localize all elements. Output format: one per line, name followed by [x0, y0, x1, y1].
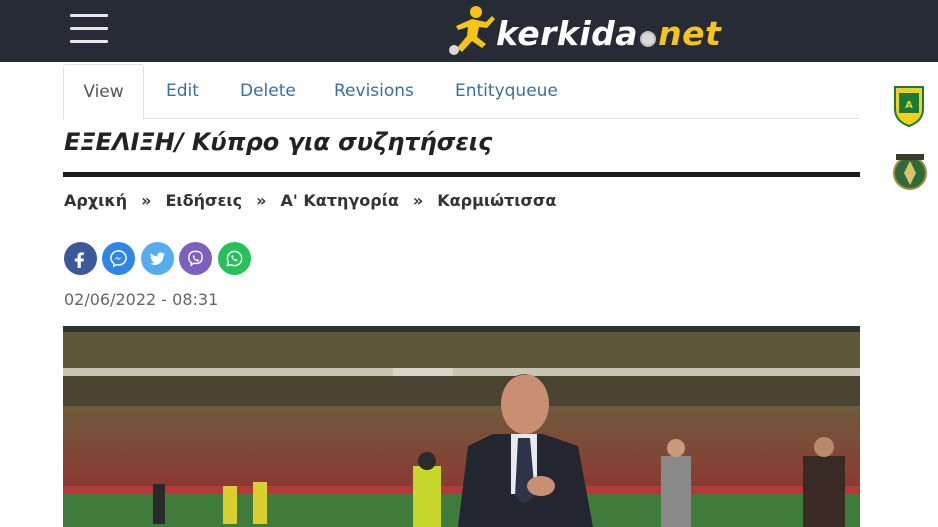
- facebook-share-button[interactable]: [64, 242, 97, 275]
- svg-text:A: A: [905, 100, 913, 111]
- breadcrumb-separator: »: [256, 191, 267, 210]
- article-hero-image[interactable]: [63, 326, 860, 527]
- viber-icon: [188, 250, 203, 267]
- hamburger-menu-icon[interactable]: [70, 14, 110, 44]
- tab-revisions[interactable]: Revisions: [334, 64, 414, 119]
- viber-share-button[interactable]: [179, 242, 212, 275]
- twitter-icon: [149, 252, 166, 265]
- breadcrumb-news[interactable]: Ειδήσεις: [166, 191, 243, 210]
- messenger-icon: [110, 250, 127, 268]
- tab-delete[interactable]: Delete: [240, 64, 296, 119]
- whatsapp-share-button[interactable]: [218, 242, 251, 275]
- messenger-share-button[interactable]: [102, 242, 135, 275]
- tab-view[interactable]: View: [63, 64, 144, 120]
- breadcrumb-separator: »: [141, 191, 152, 210]
- tab-edit[interactable]: Edit: [166, 64, 199, 119]
- breadcrumb-first-division[interactable]: Α' Κατηγορία: [280, 191, 398, 210]
- logo-wordmark: kerkida net: [496, 14, 722, 53]
- omonia-aradippou-crest-icon[interactable]: [892, 152, 928, 198]
- tab-entityqueue[interactable]: Entityqueue: [455, 64, 558, 119]
- breadcrumb-karmiotissa[interactable]: Καρμιώτισσα: [437, 191, 556, 210]
- article-date: 02/06/2022 - 08:31: [64, 290, 219, 309]
- twitter-share-button[interactable]: [141, 242, 174, 275]
- breadcrumb-home[interactable]: Αρχική: [64, 191, 127, 210]
- title-divider: [63, 172, 860, 177]
- admin-tabs: View Edit Delete Revisions Entityqueue: [63, 64, 860, 120]
- stadium-photo: [63, 326, 860, 527]
- ball-dot-icon: [640, 31, 657, 47]
- article-title: ΕΞΕΛΙΞΗ/ Κύπρο για συζητήσεις: [64, 128, 493, 156]
- aek-larnaca-crest-icon[interactable]: A: [892, 85, 926, 131]
- site-logo[interactable]: kerkida net: [446, 4, 746, 58]
- facebook-icon: [74, 252, 84, 268]
- football-player-logo-icon: [449, 6, 495, 55]
- whatsapp-icon: [226, 250, 243, 267]
- site-header: kerkida net: [0, 0, 938, 62]
- breadcrumb: Αρχική » Ειδήσεις » Α' Κατηγορία » Καρμιώτισσα: [64, 191, 556, 210]
- breadcrumb-separator: »: [412, 191, 424, 210]
